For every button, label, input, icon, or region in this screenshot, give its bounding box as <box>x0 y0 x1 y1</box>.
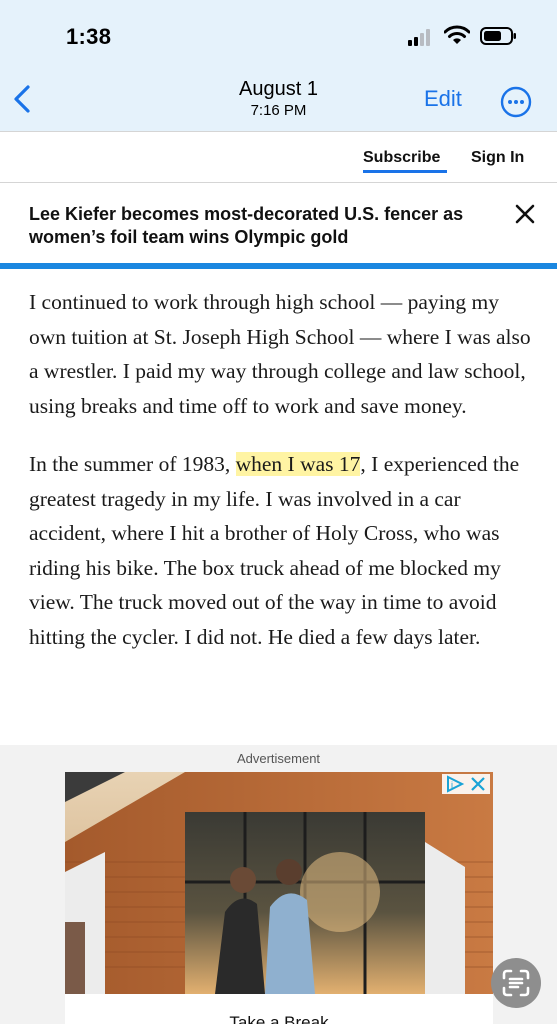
paragraph-text: In the summer of 1983, <box>29 452 236 476</box>
svg-text:i: i <box>451 780 453 790</box>
wifi-icon <box>444 25 470 44</box>
subscribe-underline <box>363 170 447 173</box>
subscribe-link[interactable]: Subscribe <box>363 149 440 167</box>
sign-in-link[interactable]: Sign In <box>471 149 524 167</box>
status-time: 1:38 <box>66 24 112 49</box>
ad-image[interactable] <box>65 772 493 994</box>
paragraph-text: , I experienced the greatest tragedy in … <box>29 452 520 649</box>
advertisement-box[interactable]: i Take a Break <box>65 772 493 1024</box>
banner-headline[interactable]: Lee Kiefer becomes most-decorated U.S. f… <box>29 203 499 249</box>
close-icon[interactable] <box>514 203 536 225</box>
article-paragraph: I continued to work through high school … <box>29 290 531 418</box>
navigation-bar: August 1 7:16 PM Edit <box>0 64 557 131</box>
ad-cta-text[interactable]: Take a Break <box>65 1013 493 1024</box>
site-header: Subscribe Sign In <box>0 131 557 183</box>
top-area: 1:38 August 1 7:16 PM Edit <box>0 0 557 131</box>
article-body: I continued to work through high school … <box>29 285 534 654</box>
breaking-news-banner: Lee Kiefer becomes most-decorated U.S. f… <box>0 183 557 269</box>
status-bar: 1:38 <box>0 0 557 64</box>
highlighted-text[interactable]: when I was 17 <box>235 452 361 476</box>
advertisement-label: Advertisement <box>236 751 321 766</box>
text-scan-icon <box>502 969 530 997</box>
nav-title: August 1 <box>239 78 318 100</box>
cellular-signal-icon <box>408 28 434 46</box>
nav-subtitle: 7:16 PM <box>250 102 307 119</box>
ad-choices-icon[interactable]: i <box>442 774 490 794</box>
edit-button[interactable]: Edit <box>424 86 462 112</box>
advertisement-area: Advertisement i Take a Break <box>0 745 557 1024</box>
text-scan-button[interactable] <box>491 958 541 1008</box>
battery-icon <box>480 27 516 45</box>
more-options-icon[interactable] <box>500 86 532 118</box>
article-paragraph: In the summer of 1983, when I was 17, I … <box>29 447 534 654</box>
